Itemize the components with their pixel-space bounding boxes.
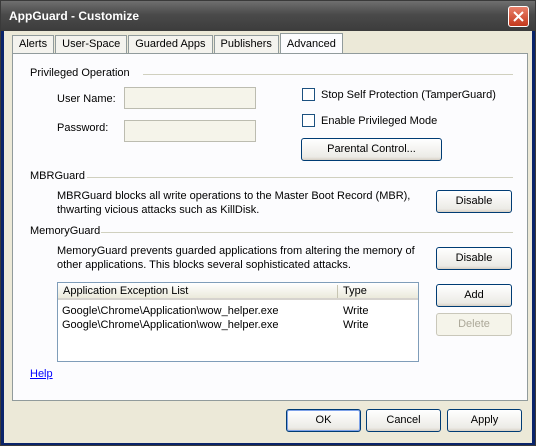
tab-advanced[interactable]: Advanced <box>279 33 343 55</box>
memoryguard-description: MemoryGuard prevents guarded application… <box>57 244 415 272</box>
row-application-cell: Google\Chrome\Application\wow_helper.exe <box>62 305 279 317</box>
list-header: Application Exception List Type <box>58 283 418 300</box>
enable-privileged-mode-label: Enable Privileged Mode <box>321 114 438 127</box>
row-type-cell: Write <box>343 319 369 331</box>
add-exception-button[interactable]: Add <box>436 284 512 307</box>
window-title: AppGuard - Customize <box>9 9 140 23</box>
group-divider <box>143 74 513 75</box>
ok-button[interactable]: OK <box>286 409 361 432</box>
privileged-operation-group-label: Privileged Operation <box>30 67 130 79</box>
column-header-application[interactable]: Application Exception List <box>58 283 338 300</box>
memoryguard-description-line: other applications. This blocks several … <box>57 259 351 271</box>
memoryguard-group-label: MemoryGuard <box>30 225 101 237</box>
tab-alerts[interactable]: Alerts <box>12 35 55 54</box>
delete-exception-button[interactable]: Delete <box>436 313 512 336</box>
group-divider <box>101 232 513 233</box>
close-button[interactable] <box>508 6 529 27</box>
dialog-body: Alerts User-Space Guarded Apps Publisher… <box>4 31 532 443</box>
stop-self-protection-label: Stop Self Protection (TamperGuard) <box>321 88 496 101</box>
stop-self-protection-checkbox[interactable] <box>302 88 315 101</box>
title-bar[interactable]: AppGuard - Customize <box>1 1 535 31</box>
help-link[interactable]: Help <box>30 368 53 380</box>
tab-publishers[interactable]: Publishers <box>213 35 279 54</box>
row-type-cell: Write <box>343 305 369 317</box>
memoryguard-disable-button[interactable]: Disable <box>436 247 512 270</box>
application-exception-list[interactable]: Application Exception List Type Google\C… <box>57 282 419 362</box>
row-application-cell: Google\Chrome\Application\wow_helper.exe <box>62 319 279 331</box>
enable-privileged-mode-checkbox[interactable] <box>302 114 315 127</box>
apply-button[interactable]: Apply <box>447 409 522 432</box>
cancel-button[interactable]: Cancel <box>366 409 441 432</box>
mbrguard-group-label: MBRGuard <box>30 170 86 182</box>
appguard-customize-window: AppGuard - Customize Alerts User-Space G… <box>0 0 536 446</box>
group-divider <box>87 177 513 178</box>
tab-guarded-apps[interactable]: Guarded Apps <box>128 35 213 54</box>
tab-user-space[interactable]: User-Space <box>55 35 128 54</box>
memoryguard-description-line: MemoryGuard prevents guarded application… <box>57 245 415 257</box>
advanced-tab-panel: Privileged Operation User Name: Password… <box>12 53 528 401</box>
mbrguard-description: MBRGuard blocks all write operations to … <box>57 189 410 217</box>
password-label: Password: <box>57 122 109 134</box>
username-field[interactable] <box>124 87 256 109</box>
mbrguard-disable-button[interactable]: Disable <box>436 190 512 213</box>
enable-privileged-mode-checkbox-row[interactable]: Enable Privileged Mode <box>302 114 437 127</box>
password-field[interactable] <box>124 120 256 142</box>
column-header-type[interactable]: Type <box>338 283 418 300</box>
close-icon <box>513 11 524 22</box>
mbrguard-description-line: MBRGuard blocks all write operations to … <box>57 190 411 202</box>
tab-strip: Alerts User-Space Guarded Apps Publisher… <box>12 32 344 55</box>
username-label: User Name: <box>57 93 116 105</box>
mbrguard-description-line: thwarting vicious attacks such as KillDi… <box>57 204 260 216</box>
parental-control-button[interactable]: Parental Control... <box>301 138 442 161</box>
stop-self-protection-checkbox-row[interactable]: Stop Self Protection (TamperGuard) <box>302 88 496 101</box>
